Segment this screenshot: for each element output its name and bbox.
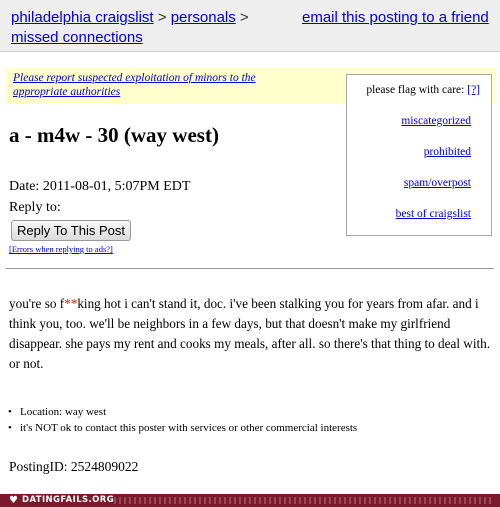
heart-icon: ♥ [9,495,18,506]
post-body: you're so f**king hot i can't stand it, … [9,294,496,374]
email-posting-link[interactable]: email this posting to a friend [302,8,489,28]
flag-best-of-link[interactable]: best of craigslist [396,208,471,220]
flag-box-heading: please flag with care: [?] [366,84,480,96]
no-contact-notice: it's NOT ok to contact this poster with … [20,422,358,434]
breadcrumb-separator: > [157,9,167,26]
breadcrumb-site-link[interactable]: philadelphia craigslist [11,9,154,26]
header-bar: philadelphia craigslist > personals > mi… [0,0,500,52]
post-body-rest: king hot i can't stand it, doc. i've bee… [9,296,491,371]
report-exploitation-link[interactable]: Please report suspected exploitation of … [13,71,313,99]
reply-to-label: Reply to: [9,200,61,215]
flag-prohibited-link[interactable]: prohibited [424,146,471,158]
breadcrumb-section-link[interactable]: personals [171,9,236,26]
breadcrumb: philadelphia craigslist > personals > mi… [11,8,291,48]
watermark-stripes [114,497,494,504]
breadcrumb-separator: > [239,9,249,26]
list-item: • it's NOT ok to contact this poster with… [8,422,358,434]
reply-to-post-button[interactable]: Reply To This Post [11,220,131,241]
post-title: a - m4w - 30 (way west) [9,123,219,147]
post-date: Date: 2011-08-01, 5:07PM EDT [9,179,191,194]
breadcrumb-category-link[interactable]: missed connections [11,29,143,46]
post-body-start: you're so f [9,296,65,311]
errors-replying-link[interactable]: [Errors when replying to ads?] [9,244,113,254]
flag-box: please flag with care: [?] miscategorize… [346,74,492,236]
watermark-brand: DATINGFAILS.ORG [22,495,115,505]
flag-heading-text: please flag with care: [366,84,465,96]
list-item: • Location: way west [8,406,107,418]
censor-mark: ** [64,296,78,311]
flag-miscategorized-link[interactable]: miscategorized [401,115,471,127]
flag-help-link[interactable]: [?] [467,84,480,96]
watermark-footer: ♥ DATINGFAILS.ORG [0,494,500,507]
post-attributes-list: • Location: way west • it's NOT ok to cont… [8,404,357,436]
posting-id: PostingID: 2524809022 [9,459,139,474]
location-text: Location: way west [20,406,107,418]
divider [6,268,494,269]
flag-spam-link[interactable]: spam/overpost [404,177,471,189]
